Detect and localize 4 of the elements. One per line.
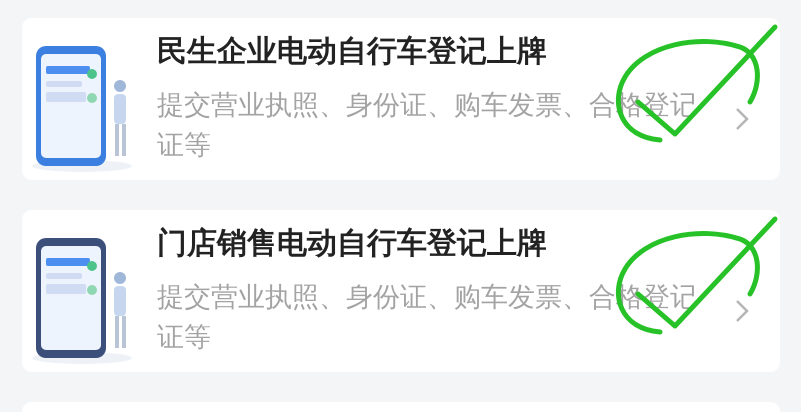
card-title: 门店销售电动自行车登记上牌 [157, 225, 548, 263]
card-title: 民生企业电动自行车登记上牌 [157, 33, 548, 71]
chevron-right-icon [734, 298, 750, 324]
chevron-right-icon [734, 106, 750, 132]
